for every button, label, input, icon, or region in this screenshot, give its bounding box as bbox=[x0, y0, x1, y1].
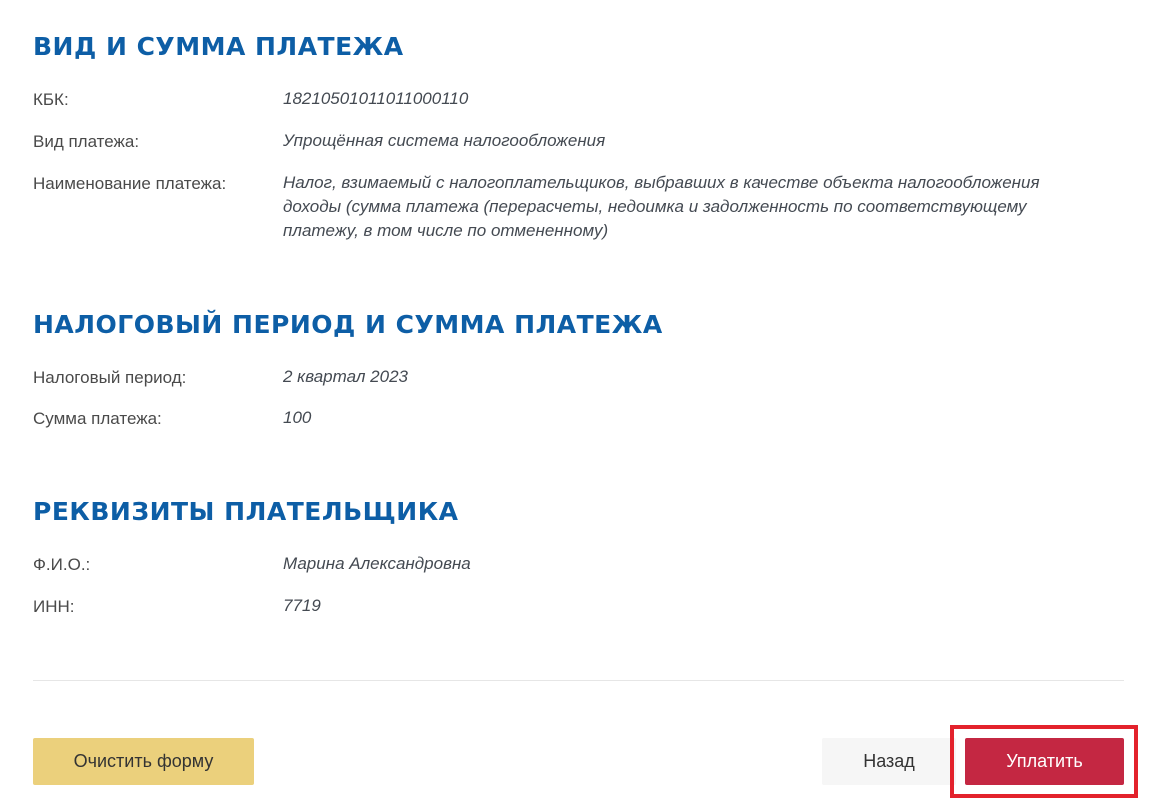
payment-confirmation-page: ВИД И СУММА ПЛАТЕЖА КБК: 182105010110110… bbox=[0, 0, 1152, 812]
fio-label: Ф.И.О.: bbox=[33, 555, 91, 574]
tax-period-label: Налоговый период: bbox=[33, 368, 187, 387]
kbk-label: КБК: bbox=[33, 90, 69, 109]
amount-value: 100 bbox=[283, 408, 312, 427]
back-button[interactable]: Назад bbox=[822, 738, 956, 785]
payment-name-label: Наименование платежа: bbox=[33, 174, 227, 193]
section-title-payer: РЕКВИЗИТЫ ПЛАТЕЛЬЩИКА bbox=[33, 497, 459, 526]
pay-button[interactable]: Уплатить bbox=[965, 738, 1124, 785]
clear-form-button[interactable]: Очистить форму bbox=[33, 738, 254, 785]
divider bbox=[33, 680, 1124, 681]
inn-value: 7719 bbox=[283, 596, 321, 615]
fio-value: Марина Александровна bbox=[283, 554, 471, 573]
section-title-payment-type: ВИД И СУММА ПЛАТЕЖА bbox=[33, 32, 404, 61]
payment-type-value: Упрощённая система налогообложения bbox=[283, 131, 606, 150]
section-title-tax-period: НАЛОГОВЫЙ ПЕРИОД И СУММА ПЛАТЕЖА bbox=[33, 310, 663, 339]
payment-name-value: Налог, взимаемый с налогоплательщиков, в… bbox=[283, 173, 1040, 240]
kbk-value: 18210501011011000110 bbox=[283, 89, 469, 108]
amount-label: Сумма платежа: bbox=[33, 409, 162, 428]
tax-period-value: 2 квартал 2023 bbox=[283, 367, 408, 386]
payment-type-label: Вид платежа: bbox=[33, 132, 140, 151]
inn-label: ИНН: bbox=[33, 597, 75, 616]
